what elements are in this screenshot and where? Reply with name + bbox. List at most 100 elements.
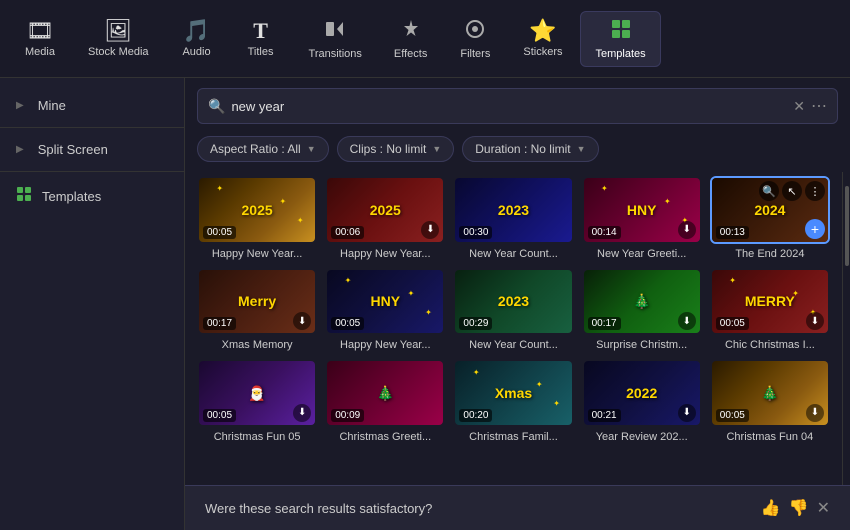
template-item-3[interactable]: 2023 00:30 New Year Count... — [453, 176, 573, 260]
top-navigation: 🎞 Media 🖼 Stock Media 🎵 Audio T Titles T… — [0, 0, 850, 78]
thumbnail: ✦✦✦ HNY 00:14 ⬇ — [584, 178, 700, 242]
template-item-15[interactable]: 🎄 00:05 ⬇ Christmas Fun 04 — [710, 359, 830, 443]
template-item-2[interactable]: 2025 00:06 ⬇ Happy New Year... — [325, 176, 445, 260]
nav-titles[interactable]: T Titles — [231, 14, 291, 64]
template-item-8[interactable]: 2023 00:29 New Year Count... — [453, 268, 573, 352]
search-bar: 🔍 ✕ ⋯ — [197, 88, 838, 124]
nav-templates-label: Templates — [595, 48, 645, 60]
template-item-1[interactable]: ✦✦✦ 2025 00:05 Happy New Year... — [197, 176, 317, 260]
filter-duration-label: Duration : No limit — [475, 142, 570, 156]
thumb-actions: 🔍 ↖ ⋮ — [759, 181, 825, 201]
item-label: Christmas Greeti... — [325, 431, 445, 443]
scroll-track[interactable] — [842, 172, 850, 485]
media-icon: 🎞 — [26, 20, 54, 42]
scroll-thumb — [845, 186, 849, 266]
add-button[interactable]: + — [805, 219, 825, 239]
template-grid-container: ✦✦✦ 2025 00:05 Happy New Year... 2025 00… — [185, 172, 842, 485]
duration-badge: 00:20 — [459, 409, 492, 422]
satisfaction-close-button[interactable]: ✕ — [817, 498, 830, 518]
aspect-ratio-arrow-icon: ▼ — [307, 144, 316, 154]
duration-badge: 00:17 — [588, 317, 621, 330]
search-clear-icon[interactable]: ✕ — [793, 98, 805, 115]
template-item-4[interactable]: ✦✦✦ HNY 00:14 ⬇ New Year Greeti... — [582, 176, 702, 260]
sidebar-templates-label: Templates — [42, 189, 101, 204]
template-item-10[interactable]: ✦✦✦ MERRY 00:05 ⬇ Chic Christmas I... — [710, 268, 830, 352]
thumb-wrapper: 2023 00:30 — [453, 176, 573, 244]
template-item-9[interactable]: 🎄 00:17 ⬇ Surprise Christm... — [582, 268, 702, 352]
thumb-text: 🎅 — [248, 385, 265, 402]
thumb-text: HNY — [371, 293, 401, 309]
thumb-wrapper: 🎄 00:05 ⬇ — [710, 359, 830, 427]
search-more-icon[interactable]: ⋯ — [811, 96, 827, 116]
templates-side-icon — [16, 186, 32, 206]
item-label: Surprise Christm... — [582, 339, 702, 351]
audio-icon: 🎵 — [183, 20, 210, 42]
thumb-wrapper: 🎄 00:17 ⬇ — [582, 268, 702, 336]
satisfaction-actions: 👍 👎 ✕ — [761, 498, 830, 518]
thumb-wrapper: 2024 00:13 🔍 ↖ ⋮ + — [710, 176, 830, 244]
template-item-12[interactable]: 🎄 00:09 Christmas Greeti... — [325, 359, 445, 443]
nav-media[interactable]: 🎞 Media — [10, 14, 70, 64]
thumb-text: Xmas — [495, 385, 532, 401]
sidebar-item-split-screen[interactable]: ▶ Split Screen — [0, 132, 184, 167]
nav-transitions[interactable]: Transitions — [295, 12, 376, 66]
search-input[interactable] — [231, 99, 793, 114]
sidebar-item-mine[interactable]: ▶ Mine — [0, 88, 184, 123]
item-label: Happy New Year... — [325, 339, 445, 351]
preview-button[interactable]: 🔍 — [759, 181, 779, 201]
template-item-14[interactable]: 2022 00:21 ⬇ Year Review 202... — [582, 359, 702, 443]
filter-duration[interactable]: Duration : No limit ▼ — [462, 136, 598, 162]
content-panel: 🔍 ✕ ⋯ Aspect Ratio : All ▼ Clips : No li… — [185, 78, 850, 530]
item-label: Year Review 202... — [582, 431, 702, 443]
nav-audio[interactable]: 🎵 Audio — [167, 14, 227, 64]
item-label: Christmas Famil... — [453, 431, 573, 443]
thumbnail: ✦✦✦ 2025 00:05 — [199, 178, 315, 242]
filter-clips[interactable]: Clips : No limit ▼ — [337, 136, 455, 162]
sidebar-split-label: Split Screen — [38, 142, 108, 157]
cursor-button[interactable]: ↖ — [782, 181, 802, 201]
filters-bar: Aspect Ratio : All ▼ Clips : No limit ▼ … — [185, 132, 850, 172]
nav-filters[interactable]: Filters — [445, 12, 505, 66]
satisfaction-question: Were these search results satisfactory? — [205, 501, 432, 516]
nav-filters-label: Filters — [460, 48, 490, 60]
nav-templates[interactable]: Templates — [580, 11, 660, 67]
thumb-wrapper: ✦✦✦ HNY 00:14 ⬇ — [582, 176, 702, 244]
duration-badge: 00:30 — [459, 226, 492, 239]
thumb-text: MERRY — [745, 293, 795, 309]
nav-stickers[interactable]: ⭐ Stickers — [509, 14, 576, 64]
duration-badge: 00:06 — [331, 226, 364, 239]
item-label: Happy New Year... — [325, 248, 445, 260]
thumbnail: 2023 00:30 — [455, 178, 571, 242]
more-button[interactable]: ⋮ — [805, 181, 825, 201]
template-item-13[interactable]: ✦✦✦ Xmas 00:20 Christmas Famil... — [453, 359, 573, 443]
filter-aspect-ratio[interactable]: Aspect Ratio : All ▼ — [197, 136, 329, 162]
duration-badge: 00:05 — [331, 317, 364, 330]
download-icon: ⬇ — [678, 312, 696, 330]
stock-media-icon: 🖼 — [104, 20, 132, 42]
template-item-11[interactable]: 🎅 00:05 ⬇ Christmas Fun 05 — [197, 359, 317, 443]
thumbnail: 🎄 00:09 — [327, 361, 443, 425]
item-label: Christmas Fun 05 — [197, 431, 317, 443]
duration-badge: 00:05 — [716, 317, 749, 330]
template-item-7[interactable]: ✦✦✦ HNY 00:05 Happy New Year... — [325, 268, 445, 352]
download-icon: ⬇ — [678, 404, 696, 422]
thumbdown-button[interactable]: 👎 — [789, 498, 809, 518]
duration-badge: 00:05 — [203, 409, 236, 422]
thumbnail: 🎅 00:05 ⬇ — [199, 361, 315, 425]
thumb-wrapper: ✦✦✦ HNY 00:05 — [325, 268, 445, 336]
filters-icon — [464, 18, 486, 44]
template-item-5[interactable]: 2024 00:13 🔍 ↖ ⋮ + The End 2024 — [710, 176, 830, 260]
nav-stock-media[interactable]: 🖼 Stock Media — [74, 14, 163, 64]
stickers-icon: ⭐ — [529, 20, 556, 42]
thumb-text: 🎄 — [761, 385, 778, 402]
nav-effects[interactable]: Effects — [380, 12, 441, 66]
thumbnail: ✦✦✦ HNY 00:05 — [327, 270, 443, 334]
thumbup-button[interactable]: 👍 — [761, 498, 781, 518]
sidebar-item-templates[interactable]: Templates — [0, 176, 184, 216]
item-label: Happy New Year... — [197, 248, 317, 260]
item-label: Xmas Memory — [197, 339, 317, 351]
download-icon: ⬇ — [678, 221, 696, 239]
download-icon: ⬇ — [293, 312, 311, 330]
thumbnail: Merry 00:17 ⬇ — [199, 270, 315, 334]
template-item-6[interactable]: Merry 00:17 ⬇ Xmas Memory — [197, 268, 317, 352]
